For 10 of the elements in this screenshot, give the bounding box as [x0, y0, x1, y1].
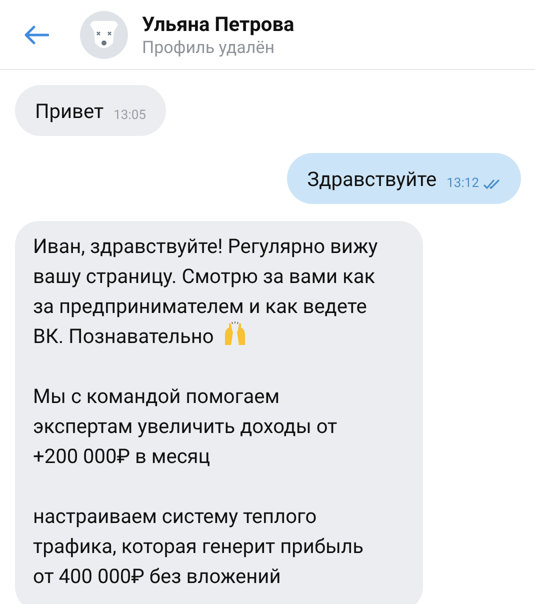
contact-status: Профиль удалён [142, 36, 276, 58]
back-arrow-icon[interactable] [23, 24, 49, 44]
message-text: Здравствуйте [307, 166, 437, 192]
message-text: Привет [35, 98, 104, 124]
message-time: 13:05 [114, 106, 146, 125]
message-text: Иван, здравствуйте! Регулярно вижу вашу страницу. Смотрю за вами как за предпринимателем и как ведете ВК. Познавательно [33, 233, 379, 350]
message-time: 13:12 [446, 174, 479, 193]
message-text: настраиваем систему теплого трафика, которая генерит прибыль от 400 000₽ без вложений [33, 503, 364, 590]
contact-name: Ульяна Петрова [142, 10, 294, 36]
message-text: Мы с командой помогаем экспертам увеличить доходы от +200 000₽ в месяц [33, 383, 338, 470]
